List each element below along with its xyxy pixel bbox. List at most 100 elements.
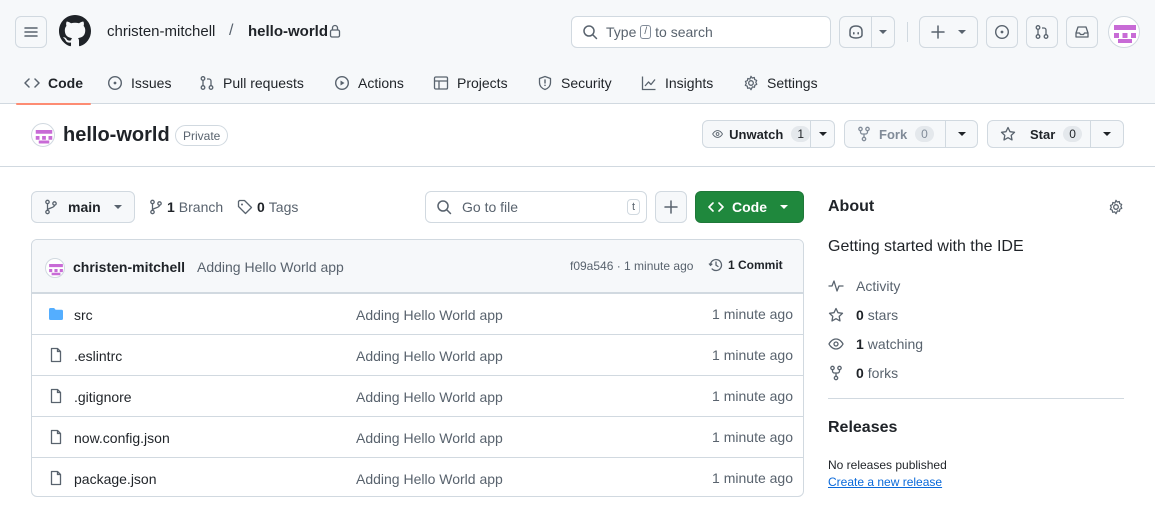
identicon-avatar-icon xyxy=(49,264,63,276)
tag-count: 0 xyxy=(257,199,265,215)
issue-opened-icon xyxy=(994,24,1010,40)
repo-link[interactable]: hello-world xyxy=(248,23,328,40)
releases-heading[interactable]: Releases xyxy=(828,419,897,437)
repo-title[interactable]: hello-world xyxy=(63,124,170,147)
user-avatar[interactable] xyxy=(1108,16,1140,48)
copilot-button[interactable] xyxy=(839,16,872,48)
triangle-down-icon xyxy=(957,30,966,34)
owner-link[interactable]: christen-mitchell xyxy=(107,23,215,40)
file-row[interactable]: .gitignore Adding Hello World app 1 minu… xyxy=(32,375,803,416)
forks-link[interactable]: 0 forks xyxy=(828,365,898,381)
create-new-button[interactable] xyxy=(919,16,978,48)
file-row[interactable]: src Adding Hello World app 1 minute ago xyxy=(32,293,803,334)
create-release-link[interactable]: Create a new release xyxy=(828,475,942,489)
file-commit-message[interactable]: Adding Hello World app xyxy=(356,471,503,487)
tab-settings[interactable]: Settings xyxy=(743,62,818,104)
branches-link[interactable]: 1 Branch xyxy=(149,199,223,215)
forks-label: forks xyxy=(867,365,899,381)
watch-menu-button[interactable] xyxy=(810,120,835,148)
header-divider xyxy=(907,22,908,42)
file-name[interactable]: .gitignore xyxy=(74,389,132,405)
tab-issues[interactable]: Issues xyxy=(107,62,171,104)
file-age: 1 minute ago xyxy=(712,388,793,404)
unwatch-button[interactable]: Unwatch 1 xyxy=(702,120,811,148)
file-row[interactable]: .eslintrc Adding Hello World app 1 minut… xyxy=(32,334,803,375)
commit-author-avatar[interactable] xyxy=(45,258,65,278)
branch-selector[interactable]: main xyxy=(31,191,135,223)
file-icon xyxy=(48,388,64,404)
search-label-after: to search xyxy=(655,24,713,40)
stars-link[interactable]: 0 stars xyxy=(828,307,898,323)
file-name[interactable]: package.json xyxy=(74,471,157,487)
pull-requests-button[interactable] xyxy=(1026,16,1058,48)
code-icon xyxy=(708,202,724,212)
commit-history-link[interactable]: 1 Commit xyxy=(708,257,783,273)
activity-label: Activity xyxy=(856,278,901,294)
tab-pull-requests[interactable]: Pull requests xyxy=(199,62,304,104)
watching-count: 1 xyxy=(856,336,864,352)
no-releases-text: No releases published xyxy=(828,458,947,472)
file-name[interactable]: now.config.json xyxy=(74,430,170,446)
tab-code-label: Code xyxy=(48,75,83,91)
copilot-menu-button[interactable] xyxy=(871,16,895,48)
tab-code[interactable]: Code xyxy=(16,62,91,105)
gear-icon xyxy=(744,75,758,91)
go-to-file-input[interactable]: Go to file t xyxy=(425,191,647,223)
star-button[interactable]: Star 0 xyxy=(987,120,1091,148)
search-icon xyxy=(437,200,452,215)
tab-actions[interactable]: Actions xyxy=(334,62,404,104)
file-icon xyxy=(48,470,64,486)
tab-security[interactable]: Security xyxy=(537,62,612,104)
git-branch-icon xyxy=(150,199,162,215)
tab-issues-label: Issues xyxy=(131,75,172,91)
repo-owner-avatar[interactable] xyxy=(31,123,55,147)
issues-button[interactable] xyxy=(986,16,1018,48)
identicon-avatar-icon xyxy=(1114,25,1136,43)
star-label: Star xyxy=(1030,126,1056,142)
plus-icon xyxy=(664,200,678,214)
watching-link[interactable]: 1 watching xyxy=(828,336,923,352)
folder-icon xyxy=(48,306,64,322)
file-name[interactable]: .eslintrc xyxy=(74,348,122,364)
plus-icon xyxy=(930,25,945,39)
fork-count: 0 xyxy=(915,126,934,142)
fork-button[interactable]: Fork 0 xyxy=(844,120,946,148)
tags-link[interactable]: 0 Tags xyxy=(237,199,298,215)
visibility-badge: Private xyxy=(175,125,229,146)
menu-button[interactable] xyxy=(15,16,47,48)
star-menu-button[interactable] xyxy=(1090,120,1124,148)
hamburger-icon xyxy=(24,27,38,37)
tab-projects-label: Projects xyxy=(457,75,508,91)
file-icon xyxy=(48,429,64,445)
file-listing: christen-mitchell Adding Hello World app… xyxy=(31,239,804,497)
stars-label: stars xyxy=(867,307,899,323)
activity-link[interactable]: Activity xyxy=(828,278,900,294)
play-icon xyxy=(334,75,350,91)
star-count: 0 xyxy=(1063,126,1082,142)
github-logo-icon[interactable] xyxy=(59,15,91,47)
file-commit-message[interactable]: Adding Hello World app xyxy=(356,430,503,446)
global-search-input[interactable]: Type / to search xyxy=(571,16,831,48)
tab-insights-label: Insights xyxy=(665,75,714,91)
file-row[interactable]: package.json Adding Hello World app 1 mi… xyxy=(32,457,803,496)
file-commit-message[interactable]: Adding Hello World app xyxy=(356,307,503,323)
commit-message[interactable]: Adding Hello World app xyxy=(197,259,344,275)
file-commit-message[interactable]: Adding Hello World app xyxy=(356,348,503,364)
star-icon xyxy=(1000,126,1016,141)
commit-author[interactable]: christen-mitchell xyxy=(73,259,185,275)
edit-about-button[interactable] xyxy=(1108,199,1124,215)
file-name[interactable]: src xyxy=(74,307,93,323)
file-row[interactable]: now.config.json Adding Hello World app 1… xyxy=(32,416,803,457)
tab-insights[interactable]: Insights xyxy=(641,62,713,104)
tab-projects[interactable]: Projects xyxy=(433,62,508,104)
latest-commit-row: christen-mitchell Adding Hello World app… xyxy=(32,240,803,293)
git-branch-icon xyxy=(45,199,57,215)
fork-menu-button[interactable] xyxy=(945,120,978,148)
add-file-button[interactable] xyxy=(655,191,687,223)
file-commit-message[interactable]: Adding Hello World app xyxy=(356,389,503,405)
code-clone-button[interactable]: Code xyxy=(695,191,804,223)
inbox-icon xyxy=(1075,26,1089,38)
search-icon xyxy=(583,25,598,40)
commit-sha-age[interactable]: f09a546 · 1 minute ago xyxy=(570,259,693,273)
inbox-button[interactable] xyxy=(1066,16,1098,48)
